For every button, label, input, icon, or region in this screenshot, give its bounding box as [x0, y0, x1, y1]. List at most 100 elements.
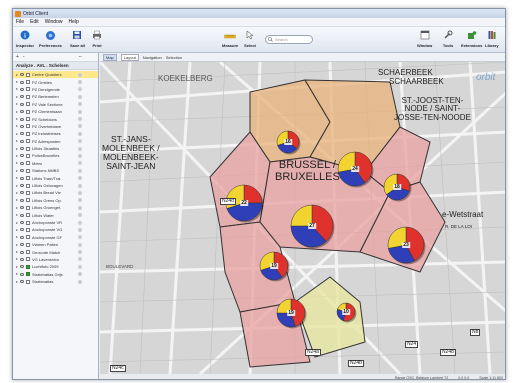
expand-arrow-icon[interactable]: [16, 191, 18, 194]
layout-tab[interactable]: Layout: [120, 53, 139, 61]
layer-row[interactable]: Liflois Groenget.: [13, 204, 98, 211]
expand-arrow-icon[interactable]: [16, 154, 18, 157]
expand-arrow-icon[interactable]: [16, 243, 18, 246]
layer-checkbox[interactable]: [26, 205, 30, 210]
layer-checkbox[interactable]: [26, 94, 30, 99]
save-all-button[interactable]: Save all: [70, 29, 85, 48]
layer-row[interactable]: PZ Dendgemde: [13, 86, 98, 93]
layer-checkbox[interactable]: [26, 109, 30, 114]
visibility-eye-icon[interactable]: [20, 198, 24, 202]
visibility-eye-icon[interactable]: [20, 73, 24, 77]
visibility-eye-icon[interactable]: [20, 132, 24, 136]
visibility-eye-icon[interactable]: [20, 139, 24, 143]
expand-arrow-icon[interactable]: [16, 184, 18, 187]
expand-arrow-icon[interactable]: [16, 177, 18, 180]
visibility-eye-icon[interactable]: [20, 95, 24, 99]
measure-button[interactable]: Measure: [222, 29, 238, 48]
layer-checkbox[interactable]: [26, 190, 30, 195]
layer-row[interactable]: Stations NMBS: [13, 167, 98, 174]
expand-arrow-icon[interactable]: [16, 214, 18, 217]
visibility-eye-icon[interactable]: [20, 280, 24, 284]
expand-arrow-icon[interactable]: [16, 118, 18, 121]
visibility-eye-icon[interactable]: [20, 184, 24, 188]
layer-row[interactable]: PZ Scheldons: [13, 115, 98, 122]
layer-checkbox[interactable]: [26, 242, 30, 247]
expand-arrow-icon[interactable]: [16, 169, 18, 172]
expand-arrow-icon[interactable]: [16, 103, 18, 106]
expand-arrow-icon[interactable]: [16, 236, 18, 239]
layer-row[interactable]: Liflois Water: [13, 211, 98, 218]
layer-row[interactable]: Vlamen Patien: [13, 241, 98, 248]
layer-row[interactable]: Liflois Bread Vie: [13, 189, 98, 196]
library-button[interactable]: Library: [485, 29, 499, 48]
visibility-eye-icon[interactable]: [20, 169, 24, 173]
layer-checkbox[interactable]: [26, 72, 30, 77]
layer-checkbox[interactable]: [26, 272, 30, 277]
layer-checkbox[interactable]: [26, 264, 30, 269]
expand-arrow-icon[interactable]: [16, 280, 18, 283]
add-layer-button[interactable]: +: [16, 54, 19, 60]
layer-checkbox[interactable]: [26, 220, 30, 225]
map-view[interactable]: Map Layout Navigation Selection KOEKELBE…: [100, 53, 505, 379]
layer-checkbox[interactable]: [26, 117, 30, 122]
layer-checkbox[interactable]: [26, 168, 30, 173]
visibility-eye-icon[interactable]: [20, 206, 24, 210]
layer-checkbox[interactable]: [26, 257, 30, 262]
visibility-eye-icon[interactable]: [20, 102, 24, 106]
visibility-eye-icon[interactable]: [20, 161, 24, 165]
layer-checkbox[interactable]: [26, 198, 30, 203]
menu-help[interactable]: Help: [68, 19, 78, 25]
expand-arrow-icon[interactable]: [16, 147, 18, 150]
layer-row[interactable]: PZ Adresposten: [13, 138, 98, 145]
visibility-eye-icon[interactable]: [20, 265, 24, 269]
layer-checkbox[interactable]: [26, 124, 30, 129]
visibility-eye-icon[interactable]: [20, 228, 24, 232]
expand-arrow-icon[interactable]: [16, 140, 18, 143]
layer-checkbox[interactable]: [26, 227, 30, 232]
visibility-eye-icon[interactable]: [20, 221, 24, 224]
layer-row[interactable]: Anchoponste VR: [13, 219, 98, 226]
expand-arrow-icon[interactable]: [16, 95, 18, 98]
layer-row[interactable]: PZ Overheldane: [13, 123, 98, 130]
layer-row[interactable]: PZ Vale Sectione: [13, 101, 98, 108]
layer-row[interactable]: Luchtfoto 2009: [13, 263, 98, 270]
menu-file[interactable]: File: [16, 19, 24, 25]
expand-arrow-icon[interactable]: [16, 81, 18, 84]
preferences-button[interactable]: Preferences: [39, 29, 62, 48]
layer-checkbox[interactable]: [26, 102, 30, 107]
map-tab[interactable]: Map: [103, 53, 117, 61]
expand-arrow-icon[interactable]: [16, 265, 18, 268]
layer-checkbox[interactable]: [26, 131, 30, 136]
visibility-eye-icon[interactable]: [20, 250, 24, 254]
menu-window[interactable]: Window: [45, 19, 63, 25]
layer-row[interactable]: PZ Ombles: [13, 78, 98, 85]
visibility-eye-icon[interactable]: [20, 147, 24, 151]
expand-arrow-icon[interactable]: [16, 73, 18, 76]
layer-checkbox[interactable]: [26, 235, 30, 240]
layer-options-button[interactable]: --: [79, 54, 82, 60]
layer-row[interactable]: PZ Clementsaan: [13, 108, 98, 115]
expand-arrow-icon[interactable]: [16, 221, 18, 224]
layer-checkbox[interactable]: [26, 250, 30, 255]
visibility-eye-icon[interactable]: [20, 176, 24, 180]
menu-edit[interactable]: Edit: [30, 19, 39, 25]
visibility-eye-icon[interactable]: [20, 257, 24, 261]
layer-row[interactable]: PZ Industrieises: [13, 130, 98, 137]
layer-checkbox[interactable]: [26, 139, 30, 144]
layer-checkbox[interactable]: [26, 213, 30, 218]
layer-row[interactable]: PZ Bertemelen: [13, 93, 98, 100]
layer-row[interactable]: Stratenatlas: [13, 278, 98, 285]
layer-checkbox[interactable]: [26, 80, 30, 85]
visibility-eye-icon[interactable]: [20, 110, 24, 114]
navigation-menu[interactable]: Navigation: [143, 55, 162, 60]
extensions-button[interactable]: Extensions: [461, 29, 482, 48]
layer-checkbox[interactable]: [26, 176, 30, 181]
layer-checkbox[interactable]: [26, 146, 30, 151]
remove-layer-button[interactable]: -: [23, 54, 25, 60]
layer-checkbox[interactable]: [26, 183, 30, 188]
layer-row[interactable]: Centre Quartiers: [13, 71, 98, 79]
layer-row[interactable]: PoliceBruxelles: [13, 152, 98, 159]
window-button[interactable]: Window: [417, 29, 432, 48]
layer-row[interactable]: Anchoponste GF: [13, 234, 98, 241]
visibility-eye-icon[interactable]: [20, 243, 24, 247]
